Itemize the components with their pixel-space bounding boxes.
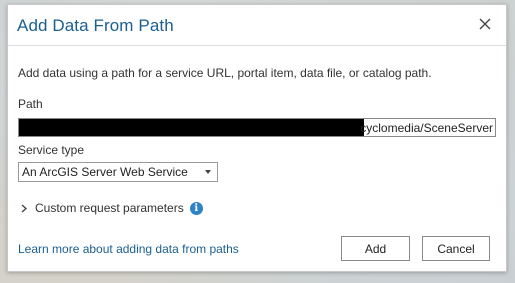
- cancel-button[interactable]: Cancel: [422, 236, 490, 261]
- service-type-value: An ArcGIS Server Web Service: [22, 165, 188, 179]
- close-icon: [479, 18, 491, 30]
- dialog-description: Add data using a path for a service URL,…: [18, 66, 432, 80]
- chevron-right-icon: [21, 203, 29, 213]
- path-value: cyclomedia/SceneServer: [360, 120, 493, 135]
- service-type-select[interactable]: An ArcGIS Server Web Service: [18, 162, 218, 182]
- redacted-block: [19, 119, 364, 136]
- close-button[interactable]: [474, 13, 496, 35]
- path-input[interactable]: cyclomedia/SceneServer: [18, 118, 496, 137]
- add-button[interactable]: Add: [341, 236, 410, 261]
- learn-more-link[interactable]: Learn more about adding data from paths: [18, 242, 239, 256]
- info-icon[interactable]: i: [189, 201, 203, 215]
- header-divider: [8, 45, 506, 46]
- custom-request-parameters-label: Custom request parameters: [35, 201, 184, 215]
- add-data-from-path-dialog: Add Data From Path Add data using a path…: [7, 4, 507, 272]
- path-label: Path: [18, 97, 43, 111]
- chevron-down-icon: [205, 170, 211, 174]
- service-type-label: Service type: [18, 143, 85, 157]
- custom-request-parameters-expander[interactable]: Custom request parameters i: [21, 201, 203, 215]
- dialog-title: Add Data From Path: [17, 16, 174, 35]
